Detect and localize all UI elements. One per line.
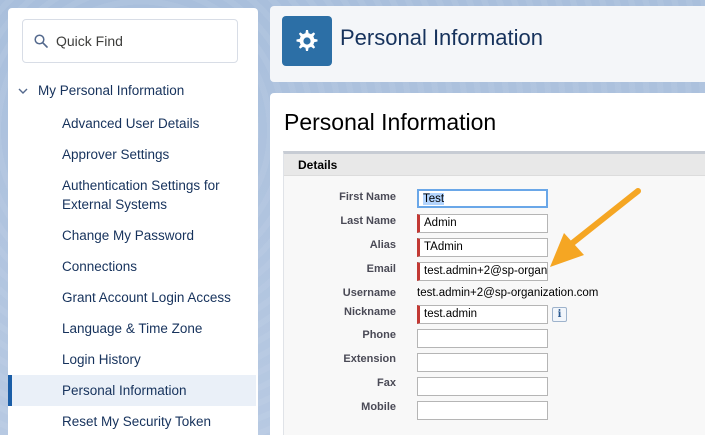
nickname-label: Nickname (344, 306, 396, 318)
setup-sidebar: Quick Find My Personal Information Advan… (8, 8, 258, 435)
details-section-header: Details (284, 154, 705, 176)
sidebar-item-label: Approver Settings (62, 147, 170, 162)
sidebar-item[interactable]: Language & Time Zone (8, 319, 256, 338)
sidebar-item[interactable]: Authentication Settings for External Sys… (8, 176, 228, 214)
email-input[interactable]: test.admin+2@sp-organization.com (417, 262, 548, 281)
sidebar-item[interactable]: Change My Password (8, 226, 256, 245)
section-title: Details (298, 158, 338, 172)
active-indicator (8, 375, 12, 406)
extension-label: Extension (343, 353, 396, 365)
phone-label: Phone (362, 329, 396, 341)
sidebar-item-label: Change My Password (62, 228, 195, 243)
sidebar-item-label: Grant Account Login Access (62, 290, 231, 305)
sidebar-item[interactable]: Login History (8, 350, 256, 369)
chevron-down-icon (18, 88, 28, 94)
search-icon (34, 34, 48, 48)
alias-label: Alias (369, 239, 396, 251)
first-name-label: First Name (339, 191, 396, 203)
page-title: Personal Information (284, 109, 497, 135)
quick-find-input[interactable]: Quick Find (22, 19, 238, 63)
sidebar-item-label: Personal Information (62, 383, 187, 398)
header-icon-tile (282, 16, 332, 66)
nickname-input[interactable]: test.admin (417, 305, 548, 324)
last-name-input[interactable]: Admin (417, 214, 548, 233)
mobile-input[interactable] (417, 401, 548, 420)
gear-icon (296, 30, 318, 51)
header-title: Personal Information (340, 25, 543, 50)
nav-group-my-personal-information[interactable]: My Personal Information (8, 82, 258, 104)
annotation-arrow-icon (550, 188, 641, 267)
mobile-label: Mobile (361, 401, 396, 413)
username-value: test.admin+2@sp-organization.com (417, 287, 599, 299)
sidebar-item[interactable]: Advanced User Details (8, 114, 256, 133)
fax-input[interactable] (417, 377, 548, 396)
phone-input[interactable] (417, 329, 548, 348)
sidebar-item-label: Advanced User Details (62, 116, 200, 131)
sidebar-item-label: Authentication Settings for External Sys… (62, 178, 220, 212)
first-name-input[interactable]: Test (417, 189, 548, 208)
alias-input[interactable]: TAdmin (417, 238, 548, 257)
sidebar-item[interactable]: Connections (8, 257, 256, 276)
sidebar-item[interactable]: Reset My Security Token (8, 412, 256, 431)
sidebar-item[interactable]: Personal Information (8, 375, 256, 406)
sidebar-item-label: Login History (62, 352, 141, 367)
sidebar-item-label: Connections (62, 259, 138, 274)
username-label: Username (342, 287, 396, 299)
last-name-label: Last Name (340, 215, 396, 227)
fax-label: Fax (377, 377, 396, 389)
first-name-value: Test (423, 193, 445, 205)
extension-input[interactable] (417, 353, 548, 372)
sidebar-item-label: Language & Time Zone (62, 321, 203, 336)
email-label: Email (366, 263, 396, 275)
sidebar-item[interactable]: Approver Settings (8, 145, 256, 164)
page-header: Personal Information (270, 6, 705, 82)
nav-group-label: My Personal Information (38, 83, 185, 98)
nickname-info-icon[interactable]: i (552, 307, 567, 322)
sidebar-item[interactable]: Grant Account Login Access (8, 288, 256, 307)
quick-find-placeholder: Quick Find (56, 33, 123, 49)
sidebar-item-label: Reset My Security Token (62, 414, 212, 429)
